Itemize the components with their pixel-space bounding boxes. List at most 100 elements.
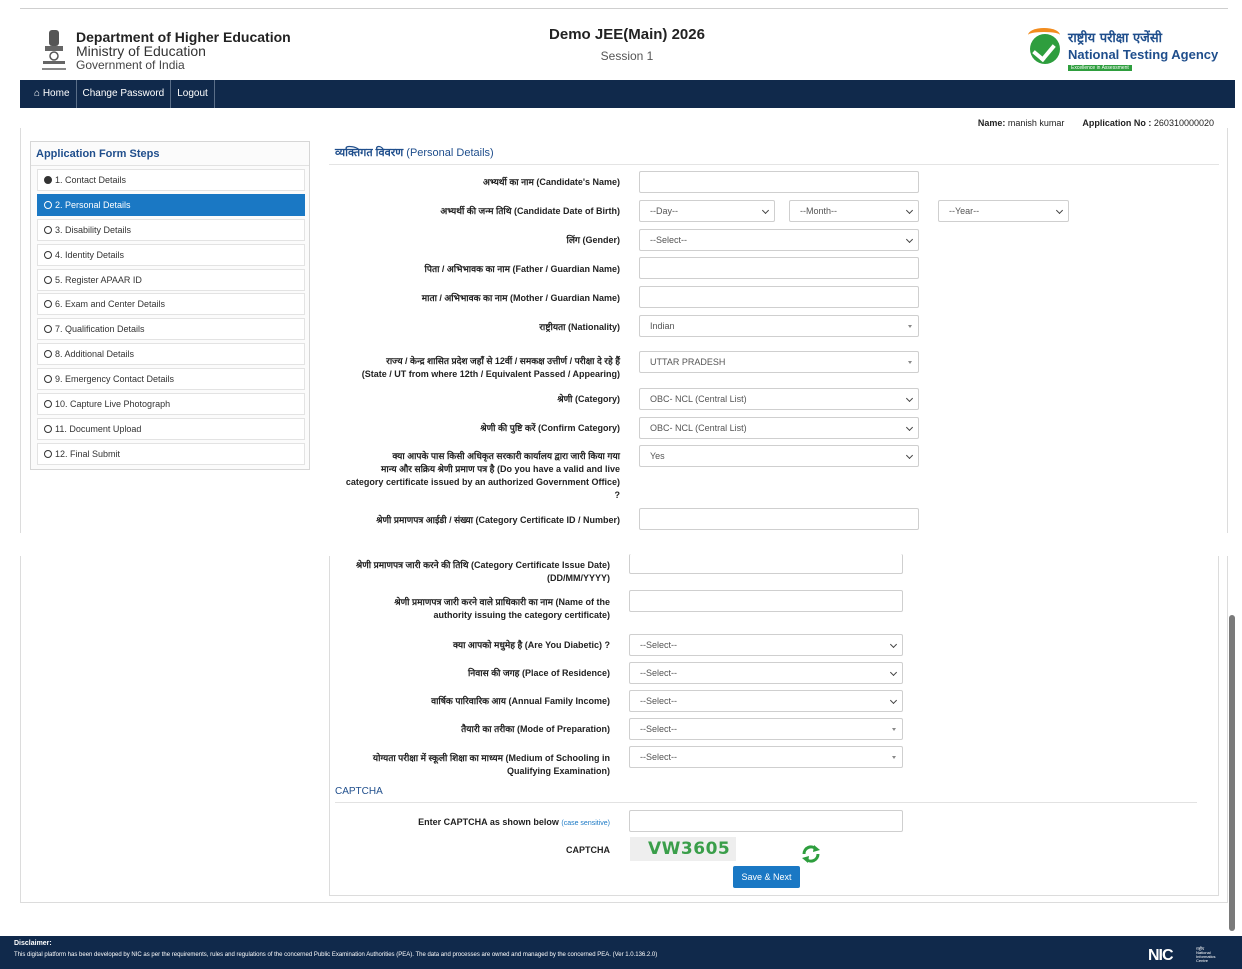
- step-label: 12. Final Submit: [55, 448, 121, 459]
- certificate-id-input[interactable]: [639, 508, 919, 530]
- dob-month-value: --Month--: [800, 206, 838, 216]
- captcha-enter-label: Enter CAPTCHA as shown below (case sensi…: [330, 816, 610, 830]
- step-emergency-contact[interactable]: 9. Emergency Contact Details: [37, 368, 305, 391]
- site-header: Department of Higher Education Ministry …: [0, 10, 1242, 80]
- category-select[interactable]: OBC- NCL (Central List): [639, 388, 919, 410]
- candidate-name-label: अभ्यर्थी का नाम (Candidate's Name): [482, 177, 620, 187]
- chevron-down-icon: [905, 423, 914, 432]
- dob-year-select[interactable]: --Year--: [938, 200, 1069, 222]
- dob-month-select[interactable]: --Month--: [789, 200, 919, 222]
- government-name: Government of India: [76, 58, 185, 72]
- medium-label: योग्यता परीक्षा में स्कूली शिक्षा का माध…: [330, 752, 610, 778]
- step-label: 3. Disability Details: [55, 224, 132, 235]
- ministry-name: Ministry of Education: [76, 43, 206, 59]
- agency-name-english: National Testing Agency: [1068, 47, 1219, 62]
- dob-day-select[interactable]: --Day--: [639, 200, 775, 222]
- circle-icon: [44, 200, 52, 209]
- captcha-input[interactable]: [629, 810, 903, 832]
- step-label: 9. Emergency Contact Details: [55, 374, 175, 385]
- preparation-label: तैयारी का तरीका (Mode of Preparation): [461, 724, 610, 734]
- captcha-image: VW3605: [630, 837, 736, 861]
- chevron-down-icon: [905, 451, 914, 460]
- nav-logout[interactable]: Logout: [171, 80, 215, 108]
- section-title-english: (Personal Details): [406, 147, 494, 159]
- income-select[interactable]: --Select--: [629, 690, 903, 712]
- residence-label: निवास की जगह (Place of Residence): [467, 668, 610, 678]
- preparation-select[interactable]: --Select--: [629, 718, 903, 740]
- step-contact-details[interactable]: 1. Contact Details: [37, 169, 305, 191]
- step-register-apaar[interactable]: 5. Register APAAR ID: [37, 268, 305, 291]
- medium-select[interactable]: --Select--: [629, 746, 903, 768]
- nic-subtext-3: Centre: [1196, 958, 1209, 963]
- dob-year-value: --Year--: [949, 206, 980, 216]
- step-live-photograph[interactable]: 10. Capture Live Photograph: [37, 393, 305, 416]
- captcha-divider: [335, 802, 1197, 803]
- chevron-down-icon: [889, 640, 898, 649]
- step-identity-details[interactable]: 4. Identity Details: [37, 243, 305, 266]
- certificate-question-line2: मान्य और सक्रिय श्रेणी प्रमाण पत्र है (D…: [381, 464, 620, 474]
- application-number: 260310000020: [1153, 118, 1214, 128]
- candidate-name-input[interactable]: [639, 171, 919, 193]
- application-label: Application No :: [1082, 118, 1152, 128]
- nic-logo: NIC: [1148, 947, 1174, 964]
- section-title: व्यक्तिगत विवरण (Personal Details): [329, 141, 1219, 165]
- save-next-button[interactable]: Save & Next: [733, 866, 800, 888]
- circle-icon: [44, 225, 52, 234]
- diabetic-label: क्या आपको मधुमेह है (Are You Diabetic) ?: [453, 640, 610, 650]
- exam-title: Demo JEE(Main) 2026: [549, 26, 705, 43]
- captcha-label: CAPTCHA: [566, 845, 610, 855]
- certificate-question-line1: क्या आपके पास किसी अधिकृत सरकारी कार्याल…: [392, 451, 620, 461]
- nav-home-label: Home: [42, 88, 70, 99]
- nav-home[interactable]: ⌂ Home: [20, 80, 77, 108]
- step-final-submit[interactable]: 12. Final Submit: [37, 442, 305, 465]
- residence-select[interactable]: --Select--: [629, 662, 903, 684]
- case-sensitive-note: (case sensitive): [561, 820, 610, 827]
- circle-icon: [44, 250, 52, 259]
- disclaimer-title: Disclaimer:: [14, 940, 52, 947]
- exam-title-block: Demo JEE(Main) 2026 Session 1: [520, 26, 734, 63]
- circle-icon: [44, 424, 52, 433]
- certificate-id-label: श्रेणी प्रमाणपत्र आईडी / संख्या (Categor…: [376, 515, 620, 525]
- chevron-down-icon: [761, 206, 770, 215]
- step-label: 11. Document Upload: [55, 423, 142, 434]
- confirm-category-select[interactable]: OBC- NCL (Central List): [639, 417, 919, 439]
- step-disability-details[interactable]: 3. Disability Details: [37, 218, 305, 241]
- agency-tagline: Excellence in Assessment: [1068, 65, 1132, 71]
- captcha-section-title: CAPTCHA: [335, 786, 383, 797]
- state-label-line2: (State / UT from where 12th / Equivalent…: [361, 369, 620, 379]
- scrollbar-thumb[interactable]: [1229, 615, 1235, 931]
- step-personal-details[interactable]: 2. Personal Details: [37, 193, 305, 216]
- state-label-line1: राज्य / केन्द्र शासित प्रदेश जहाँ से 12व…: [386, 356, 620, 366]
- screenshot-seam: [0, 533, 1242, 556]
- state-select[interactable]: UTTAR PRADESH: [639, 351, 919, 373]
- medium-value: --Select--: [640, 752, 678, 762]
- certificate-date-input[interactable]: [629, 554, 903, 574]
- gender-select[interactable]: --Select--: [639, 229, 919, 251]
- step-exam-center[interactable]: 6. Exam and Center Details: [37, 293, 305, 316]
- certificate-date-line2: (DD/MM/YYYY): [547, 573, 610, 583]
- step-additional[interactable]: 8. Additional Details: [37, 343, 305, 366]
- circle-icon: [44, 400, 52, 409]
- captcha-enter-text: Enter CAPTCHA as shown below: [418, 817, 559, 827]
- user-info: Name: manish kumar Application No : 26031…: [978, 118, 1214, 128]
- certificate-question-label: क्या आपके पास किसी अधिकृत सरकारी कार्याल…: [336, 450, 620, 502]
- father-name-input[interactable]: [639, 257, 919, 279]
- diabetic-select[interactable]: --Select--: [629, 634, 903, 656]
- nationality-select[interactable]: Indian: [639, 315, 919, 337]
- footer: Disclaimer: This digital platform has be…: [0, 936, 1242, 969]
- certificate-question-select[interactable]: Yes: [639, 445, 919, 467]
- nta-logo: राष्ट्रीय परीक्षा एजेंसी National Testin…: [1028, 24, 1230, 74]
- confirm-category-label: श्रेणी की पुष्टि करें (Confirm Category): [480, 423, 620, 433]
- dropdown-arrow-icon: [892, 756, 896, 759]
- nav-change-password[interactable]: Change Password: [77, 80, 172, 108]
- step-document-upload[interactable]: 11. Document Upload: [37, 417, 305, 440]
- step-qualification[interactable]: 7. Qualification Details: [37, 318, 305, 341]
- agency-name-hindi: राष्ट्रीय परीक्षा एजेंसी: [1068, 31, 1162, 46]
- authority-input[interactable]: [629, 590, 903, 612]
- circle-icon: [44, 350, 52, 359]
- father-name-label: पिता / अभिभावक का नाम (Father / Guardian…: [424, 264, 621, 274]
- income-value: --Select--: [640, 696, 678, 706]
- mother-name-input[interactable]: [639, 286, 919, 308]
- refresh-icon[interactable]: [800, 844, 822, 864]
- disclaimer-text: This digital platform has been developed…: [14, 952, 658, 958]
